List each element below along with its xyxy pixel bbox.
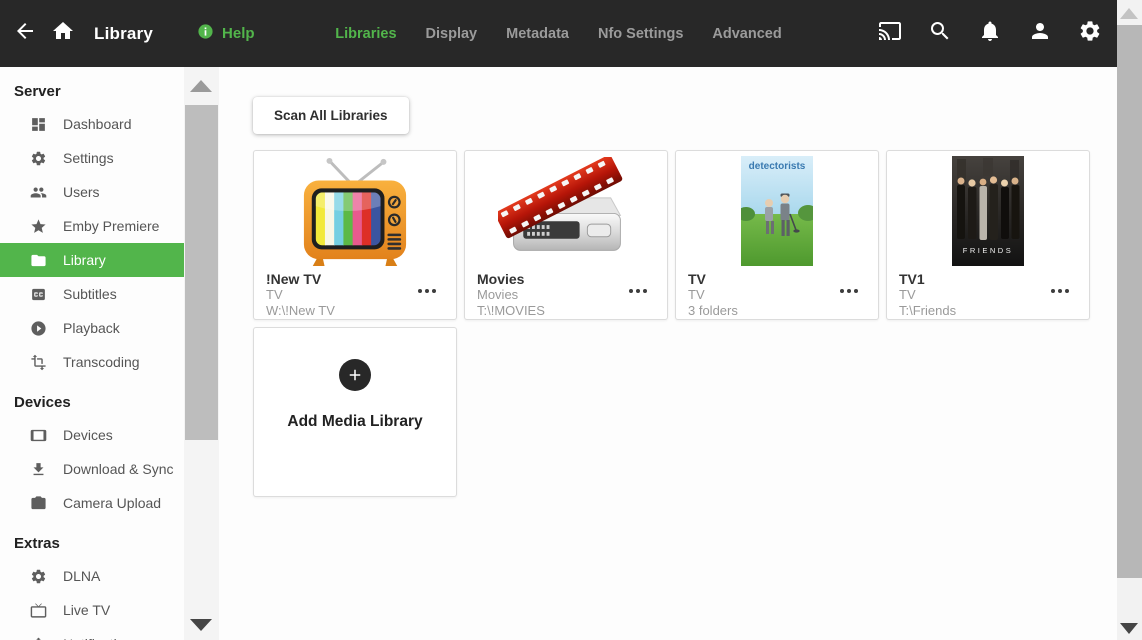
header-actions: [873, 17, 1117, 51]
sidebar-item-settings[interactable]: Settings: [0, 141, 184, 175]
play-circle-icon: [30, 319, 48, 337]
library-card-tv[interactable]: detectorists TV TV 3 folders: [675, 150, 879, 320]
sidebar-item-dashboard[interactable]: Dashboard: [0, 107, 184, 141]
help-info-icon: [197, 23, 214, 45]
scroll-up-arrow[interactable]: [190, 80, 212, 92]
scrollbar-thumb[interactable]: [185, 105, 218, 440]
library-card-path: T:\Friends: [899, 303, 957, 318]
friends-poster-image: FRIENDS: [887, 151, 1089, 267]
closed-caption-icon: [30, 285, 48, 303]
sidebar-item-transcoding[interactable]: Transcoding: [0, 345, 184, 379]
detectorists-poster-image: detectorists: [676, 151, 878, 267]
library-card-path: W:\!New TV: [266, 303, 335, 318]
library-card-tv1[interactable]: FRIENDS TV1 TV T:\Friends: [886, 150, 1090, 320]
dlna-gear-icon: [30, 567, 48, 585]
folder-icon: [30, 251, 48, 269]
top-app-bar: Library Help Libraries Display Metadata …: [0, 0, 1117, 67]
sidebar-item-emby-premiere[interactable]: Emby Premiere: [0, 209, 184, 243]
bell-icon: [30, 635, 48, 640]
star-icon: [30, 217, 48, 235]
live-tv-icon: [30, 601, 48, 619]
library-card-new-tv[interactable]: !New TV TV W:\!New TV: [253, 150, 457, 320]
page-scrollbar[interactable]: [1117, 0, 1142, 640]
sidebar-item-devices[interactable]: Devices: [0, 418, 184, 452]
sidebar-section-extras: Extras: [14, 535, 60, 552]
scan-all-libraries-button[interactable]: Scan All Libraries: [253, 97, 409, 134]
cast-button[interactable]: [873, 17, 907, 51]
cast-icon: [878, 19, 902, 48]
sidebar-item-camera-upload[interactable]: Camera Upload: [0, 486, 184, 520]
download-icon: [30, 460, 48, 478]
tab-libraries[interactable]: Libraries: [335, 26, 396, 42]
more-options-icon[interactable]: [1047, 285, 1073, 297]
search-button[interactable]: [923, 17, 957, 51]
help-link[interactable]: Help: [197, 23, 255, 45]
scrollbar-thumb[interactable]: [1117, 25, 1142, 578]
scroll-down-arrow[interactable]: [190, 619, 212, 631]
plus-circle-icon: [339, 359, 371, 391]
dashboard-icon: [30, 115, 48, 133]
more-options-icon[interactable]: [625, 285, 651, 297]
library-card-path: 3 folders: [688, 303, 738, 318]
device-icon: [30, 426, 48, 444]
sidebar-item-library[interactable]: Library: [0, 243, 184, 277]
settings-icon: [1078, 19, 1102, 48]
library-card-title: Movies: [477, 271, 525, 287]
user-icon: [1028, 19, 1052, 48]
notifications-button[interactable]: [973, 17, 1007, 51]
add-media-library-card[interactable]: Add Media Library: [253, 327, 457, 497]
back-button[interactable]: [8, 17, 42, 51]
sidebar-item-notifications[interactable]: Notifications: [0, 627, 184, 640]
notifications-icon: [978, 19, 1002, 48]
gear-icon: [30, 149, 48, 167]
sidebar-item-users[interactable]: Users: [0, 175, 184, 209]
sidebar-item-playback[interactable]: Playback: [0, 311, 184, 345]
users-icon: [30, 183, 48, 201]
library-cards-grid: !New TV TV W:\!New TV Movies Movies T:\!…: [253, 150, 1099, 497]
tab-display[interactable]: Display: [426, 26, 478, 42]
header-nav-tabs: Libraries Display Metadata Nfo Settings …: [335, 26, 781, 42]
tab-metadata[interactable]: Metadata: [506, 26, 569, 42]
library-card-title: TV1: [899, 271, 925, 287]
poster-title-text: FRIENDS: [963, 246, 1013, 255]
library-card-title: !New TV: [266, 271, 322, 287]
sidebar-item-download-sync[interactable]: Download & Sync: [0, 452, 184, 486]
transform-icon: [30, 353, 48, 371]
sidebar-nav: Server Dashboard Settings Users Emby Pre…: [0, 67, 184, 640]
scroll-up-arrow[interactable]: [1120, 8, 1138, 19]
page-title: Library: [94, 23, 154, 43]
back-icon: [13, 19, 37, 48]
home-button[interactable]: [46, 17, 80, 51]
library-content: Scan All Libraries !New TV TV W:\!New TV…: [219, 67, 1117, 640]
sidebar-section-server: Server: [14, 83, 61, 100]
more-options-icon[interactable]: [836, 285, 862, 297]
poster-title-text: detectorists: [749, 161, 806, 172]
library-card-title: TV: [688, 271, 706, 287]
scroll-down-arrow[interactable]: [1120, 623, 1138, 634]
library-card-path: T:\!MOVIES: [477, 303, 545, 318]
sidebar-scrollbar[interactable]: [184, 67, 219, 640]
sidebar-item-live-tv[interactable]: Live TV: [0, 593, 184, 627]
sidebar-item-dlna[interactable]: DLNA: [0, 559, 184, 593]
film-strip-drive-artwork-image: [465, 151, 667, 267]
camera-icon: [30, 494, 48, 512]
tab-nfo-settings[interactable]: Nfo Settings: [598, 26, 683, 42]
user-button[interactable]: [1023, 17, 1057, 51]
sidebar-item-subtitles[interactable]: Subtitles: [0, 277, 184, 311]
help-label: Help: [222, 25, 255, 42]
sidebar-section-devices: Devices: [14, 394, 71, 411]
add-media-library-label: Add Media Library: [287, 413, 423, 430]
tab-advanced[interactable]: Advanced: [712, 26, 781, 42]
settings-button[interactable]: [1073, 17, 1107, 51]
library-card-movies[interactable]: Movies Movies T:\!MOVIES: [464, 150, 668, 320]
more-options-icon[interactable]: [414, 285, 440, 297]
retro-tv-artwork-image: [254, 151, 456, 267]
home-icon: [51, 19, 75, 48]
search-icon: [928, 19, 952, 48]
